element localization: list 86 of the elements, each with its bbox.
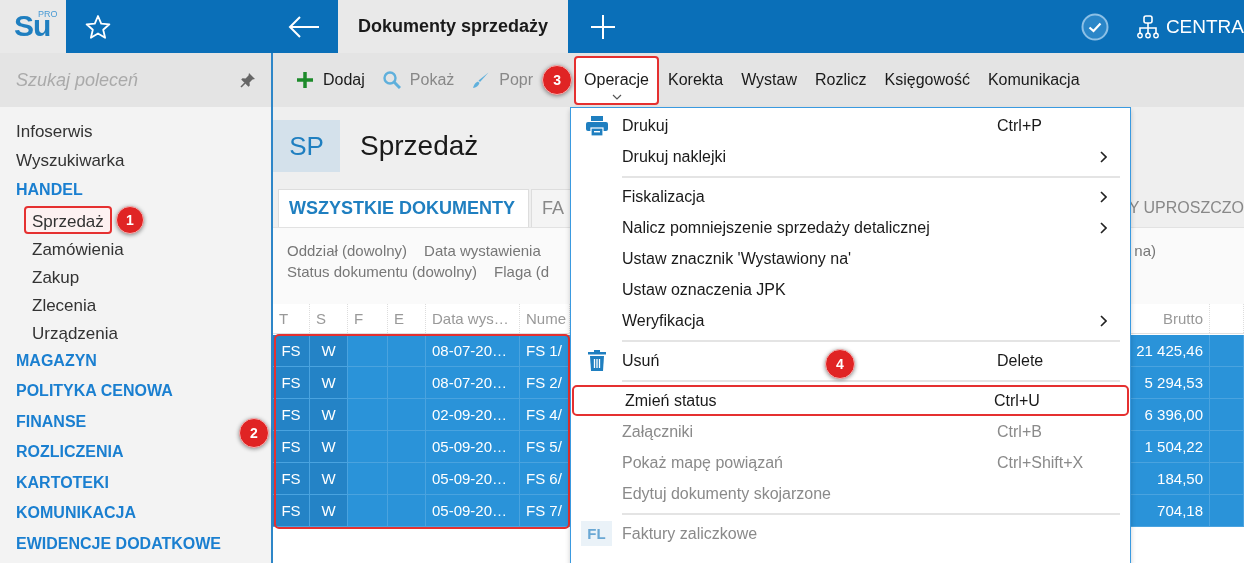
column-header[interactable]: Data wys… <box>426 304 520 333</box>
menu-item[interactable]: Zmień status <box>625 391 717 409</box>
menu-item[interactable]: Drukuj <box>622 116 669 134</box>
toolbar-button[interactable]: Operacje <box>574 55 659 105</box>
sidebar-item[interactable]: Urządzenia <box>24 317 126 346</box>
filter-label[interactable]: Data wystawienia <box>424 242 541 259</box>
table-cell: W <box>310 367 348 399</box>
chevron-right-icon <box>1100 314 1107 327</box>
plus-icon <box>296 71 314 89</box>
table-cell: FS <box>273 463 310 495</box>
sidebar-item[interactable]: Zlecenia <box>24 289 105 318</box>
filter-label[interactable]: Flaga (d <box>494 263 550 280</box>
shortcut-label: Ctrl+U <box>994 391 1040 409</box>
table-cell: W <box>310 495 348 527</box>
shortcut-label: Ctrl+B <box>997 422 1042 440</box>
printer-icon <box>585 115 608 136</box>
sidebar-item[interactable]: Wyszukiwarka <box>0 146 125 175</box>
page-title: Sprzedaż <box>360 130 479 162</box>
tab[interactable]: WSZYSTKIE DOKUMENTY <box>278 189 529 227</box>
back-arrow-icon[interactable] <box>288 15 320 38</box>
menu-item[interactable]: Fiskalizacja <box>622 187 705 205</box>
search-input[interactable]: Szukaj poleceń <box>16 69 240 91</box>
shortcut-label: Ctrl+P <box>997 116 1042 134</box>
sidebar-section[interactable]: ROZLICZENIA <box>0 437 124 468</box>
star-icon[interactable] <box>85 13 111 40</box>
search-icon <box>382 71 401 89</box>
search-field[interactable]: Szukaj poleceń <box>0 53 271 107</box>
table-cell: 05-09-20… <box>426 495 520 527</box>
table-cell: W <box>310 463 348 495</box>
sidebar-section[interactable]: KARTOTEKI <box>0 467 110 498</box>
menu-item[interactable]: Drukuj naklejki <box>622 147 727 165</box>
check-circle-icon[interactable] <box>1080 12 1109 41</box>
company-name[interactable]: CENTRA <box>1165 15 1244 38</box>
column-header[interactable]: F <box>348 304 388 333</box>
network-icon <box>1136 14 1159 39</box>
menu-item[interactable]: Weryfikacja <box>622 311 705 329</box>
chevron-right-icon <box>1100 150 1107 163</box>
filter-label[interactable]: Status dokumentu (dowolny) <box>287 263 478 280</box>
app-logo: SuPRO <box>0 0 66 53</box>
text-icon: FL <box>581 521 612 546</box>
menu-item[interactable]: Usuń <box>622 351 660 369</box>
table-cell: FS <box>273 495 310 527</box>
add-tab-icon[interactable] <box>591 14 615 39</box>
filter-label[interactable]: Oddział (dowolny) <box>287 242 408 259</box>
page-code-tile: SP <box>273 120 340 172</box>
document-tab[interactable]: Dokumenty sprzedaży <box>338 0 568 53</box>
toolbar-button[interactable]: Dodaj <box>287 55 374 105</box>
menu-item[interactable]: Ustaw oznaczenia JPK <box>622 280 786 298</box>
table-cell: FS <box>273 431 310 463</box>
column-header[interactable]: E <box>388 304 426 333</box>
sidebar-item[interactable]: Infoserwis <box>0 117 93 146</box>
menu-item[interactable]: Nalicz pomniejszenie sprzedaży detalicznej <box>622 218 930 236</box>
sidebar-item[interactable]: Zamówienia <box>24 233 132 262</box>
chevron-right-icon <box>1100 221 1107 234</box>
chevron-right-icon <box>1100 190 1107 203</box>
sidebar-item[interactable]: Sprzedaż <box>24 205 112 234</box>
column-header[interactable]: T <box>273 304 310 333</box>
sidebar-section[interactable]: HANDEL <box>0 175 83 206</box>
table-cell: FS <box>273 399 310 431</box>
sidebar-section[interactable]: EWIDENCJE DODATKOWE <box>0 528 222 559</box>
table-cell: W <box>310 399 348 431</box>
sidebar-section[interactable]: KOMUNIKACJA <box>0 498 136 529</box>
sidebar-section[interactable]: FINANSE <box>0 406 87 437</box>
caret-icon <box>611 93 622 100</box>
table-cell: FS <box>273 367 310 399</box>
menu-item[interactable]: Ustaw znacznik 'Wystawiony na' <box>622 249 852 267</box>
toolbar-button[interactable]: Komunikacja <box>978 55 1089 105</box>
step-number-badge: 3 <box>542 65 573 95</box>
step-number-badge: 1 <box>115 205 144 234</box>
sidebar-section[interactable]: MAGAZYN <box>0 345 97 376</box>
trash-icon <box>587 350 606 371</box>
toolbar-button[interactable]: Wystaw <box>732 55 806 105</box>
column-header[interactable]: S <box>310 304 348 333</box>
shortcut-label: Ctrl+Shift+X <box>997 453 1084 471</box>
sidebar-item[interactable]: Zakup <box>24 261 88 290</box>
pin-icon[interactable] <box>240 72 256 88</box>
toolbar-button[interactable]: Korekta <box>659 55 733 105</box>
table-cell: W <box>310 335 348 367</box>
table-cell: W <box>310 431 348 463</box>
toolbar-button[interactable]: Rozlicz <box>806 55 876 105</box>
shortcut-label: Delete <box>997 351 1044 369</box>
toolbar-button[interactable]: Księgowość <box>875 55 979 105</box>
filter-label[interactable]: na) <box>1134 242 1156 263</box>
sidebar-section[interactable]: POLITYKA CENOWA <box>0 376 173 407</box>
brush-icon <box>472 71 491 89</box>
step-number-badge: 4 <box>825 349 855 379</box>
